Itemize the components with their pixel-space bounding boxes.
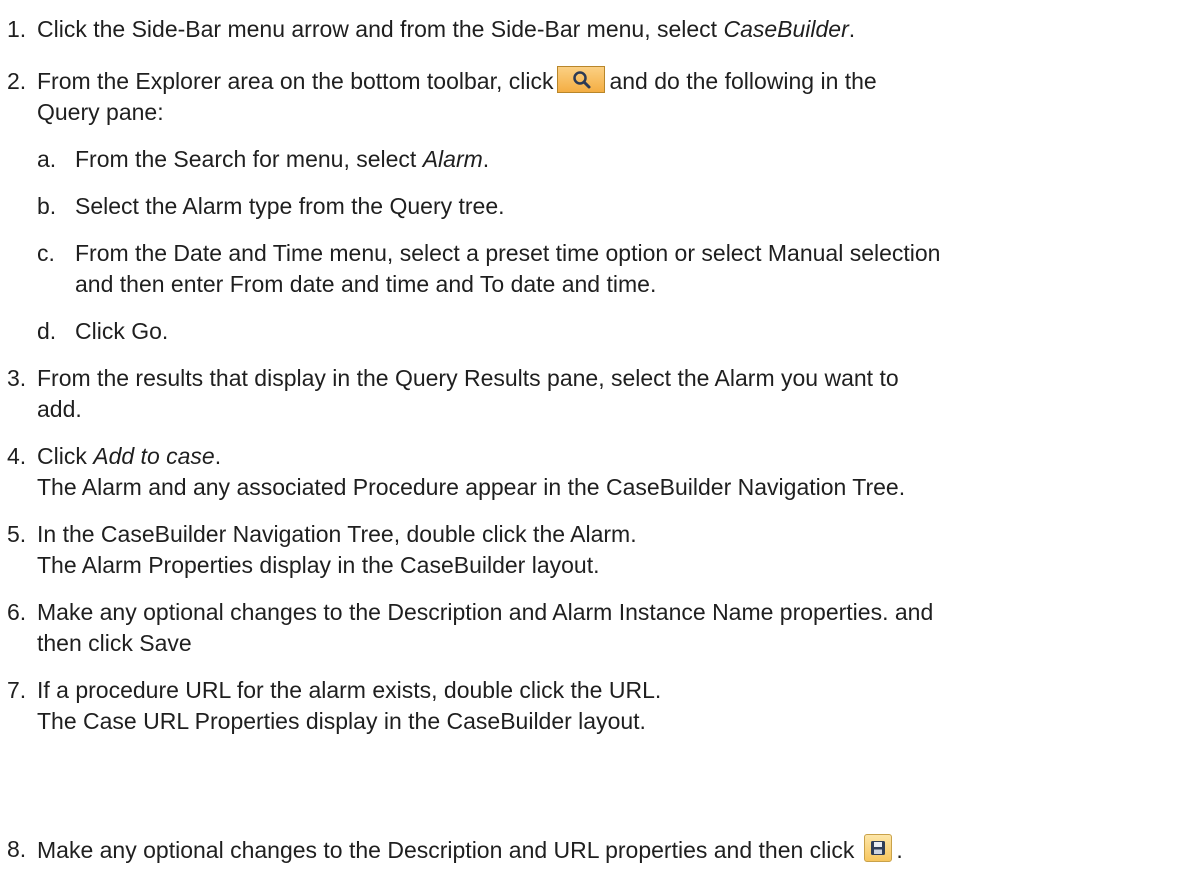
button-name: Add to case — [93, 443, 215, 469]
step-text: From the results that display in the Que… — [37, 365, 899, 422]
substep-letter: b. — [37, 193, 57, 219]
step-number: 8. — [7, 836, 27, 862]
step-number: 1. — [7, 16, 27, 42]
step-text: Click the Side-Bar menu arrow and from t… — [37, 16, 856, 42]
step-number: 2. — [7, 68, 27, 94]
step-number: 4. — [7, 443, 27, 469]
step-text: Make any optional changes to the Descrip… — [37, 599, 934, 656]
step-number: 7. — [7, 677, 27, 703]
substep-text: Select the Alarm type from the Query tre… — [75, 193, 505, 219]
step-number: 3. — [7, 365, 27, 391]
menu-item-name: Alarm — [422, 146, 483, 172]
step-text: If a procedure URL for the alarm exists,… — [37, 677, 662, 734]
step-number: 6. — [7, 599, 27, 625]
substep-text: From the Date and Time menu, select a pr… — [75, 240, 941, 297]
save-icon[interactable] — [864, 834, 893, 862]
step-text: Make any optional changes to the Descrip… — [37, 834, 1187, 866]
substep-letter: a. — [37, 146, 57, 172]
step-number: 5. — [7, 521, 27, 547]
menu-item-name: CaseBuilder — [723, 16, 849, 42]
substep-letter: d. — [37, 318, 57, 344]
step-text: Click Add to case. The Alarm and any asso… — [37, 443, 906, 500]
search-icon[interactable] — [557, 66, 606, 93]
step-text: From the Explorer area on the bottom too… — [37, 66, 877, 125]
substep-letter: c. — [37, 240, 55, 266]
clipped-heading — [58, 0, 458, 6]
substep-text: Click Go. — [75, 318, 169, 344]
step-text: In the CaseBuilder Navigation Tree, doub… — [37, 521, 637, 578]
substep-text: From the Search for menu, select Alarm. — [75, 146, 490, 172]
